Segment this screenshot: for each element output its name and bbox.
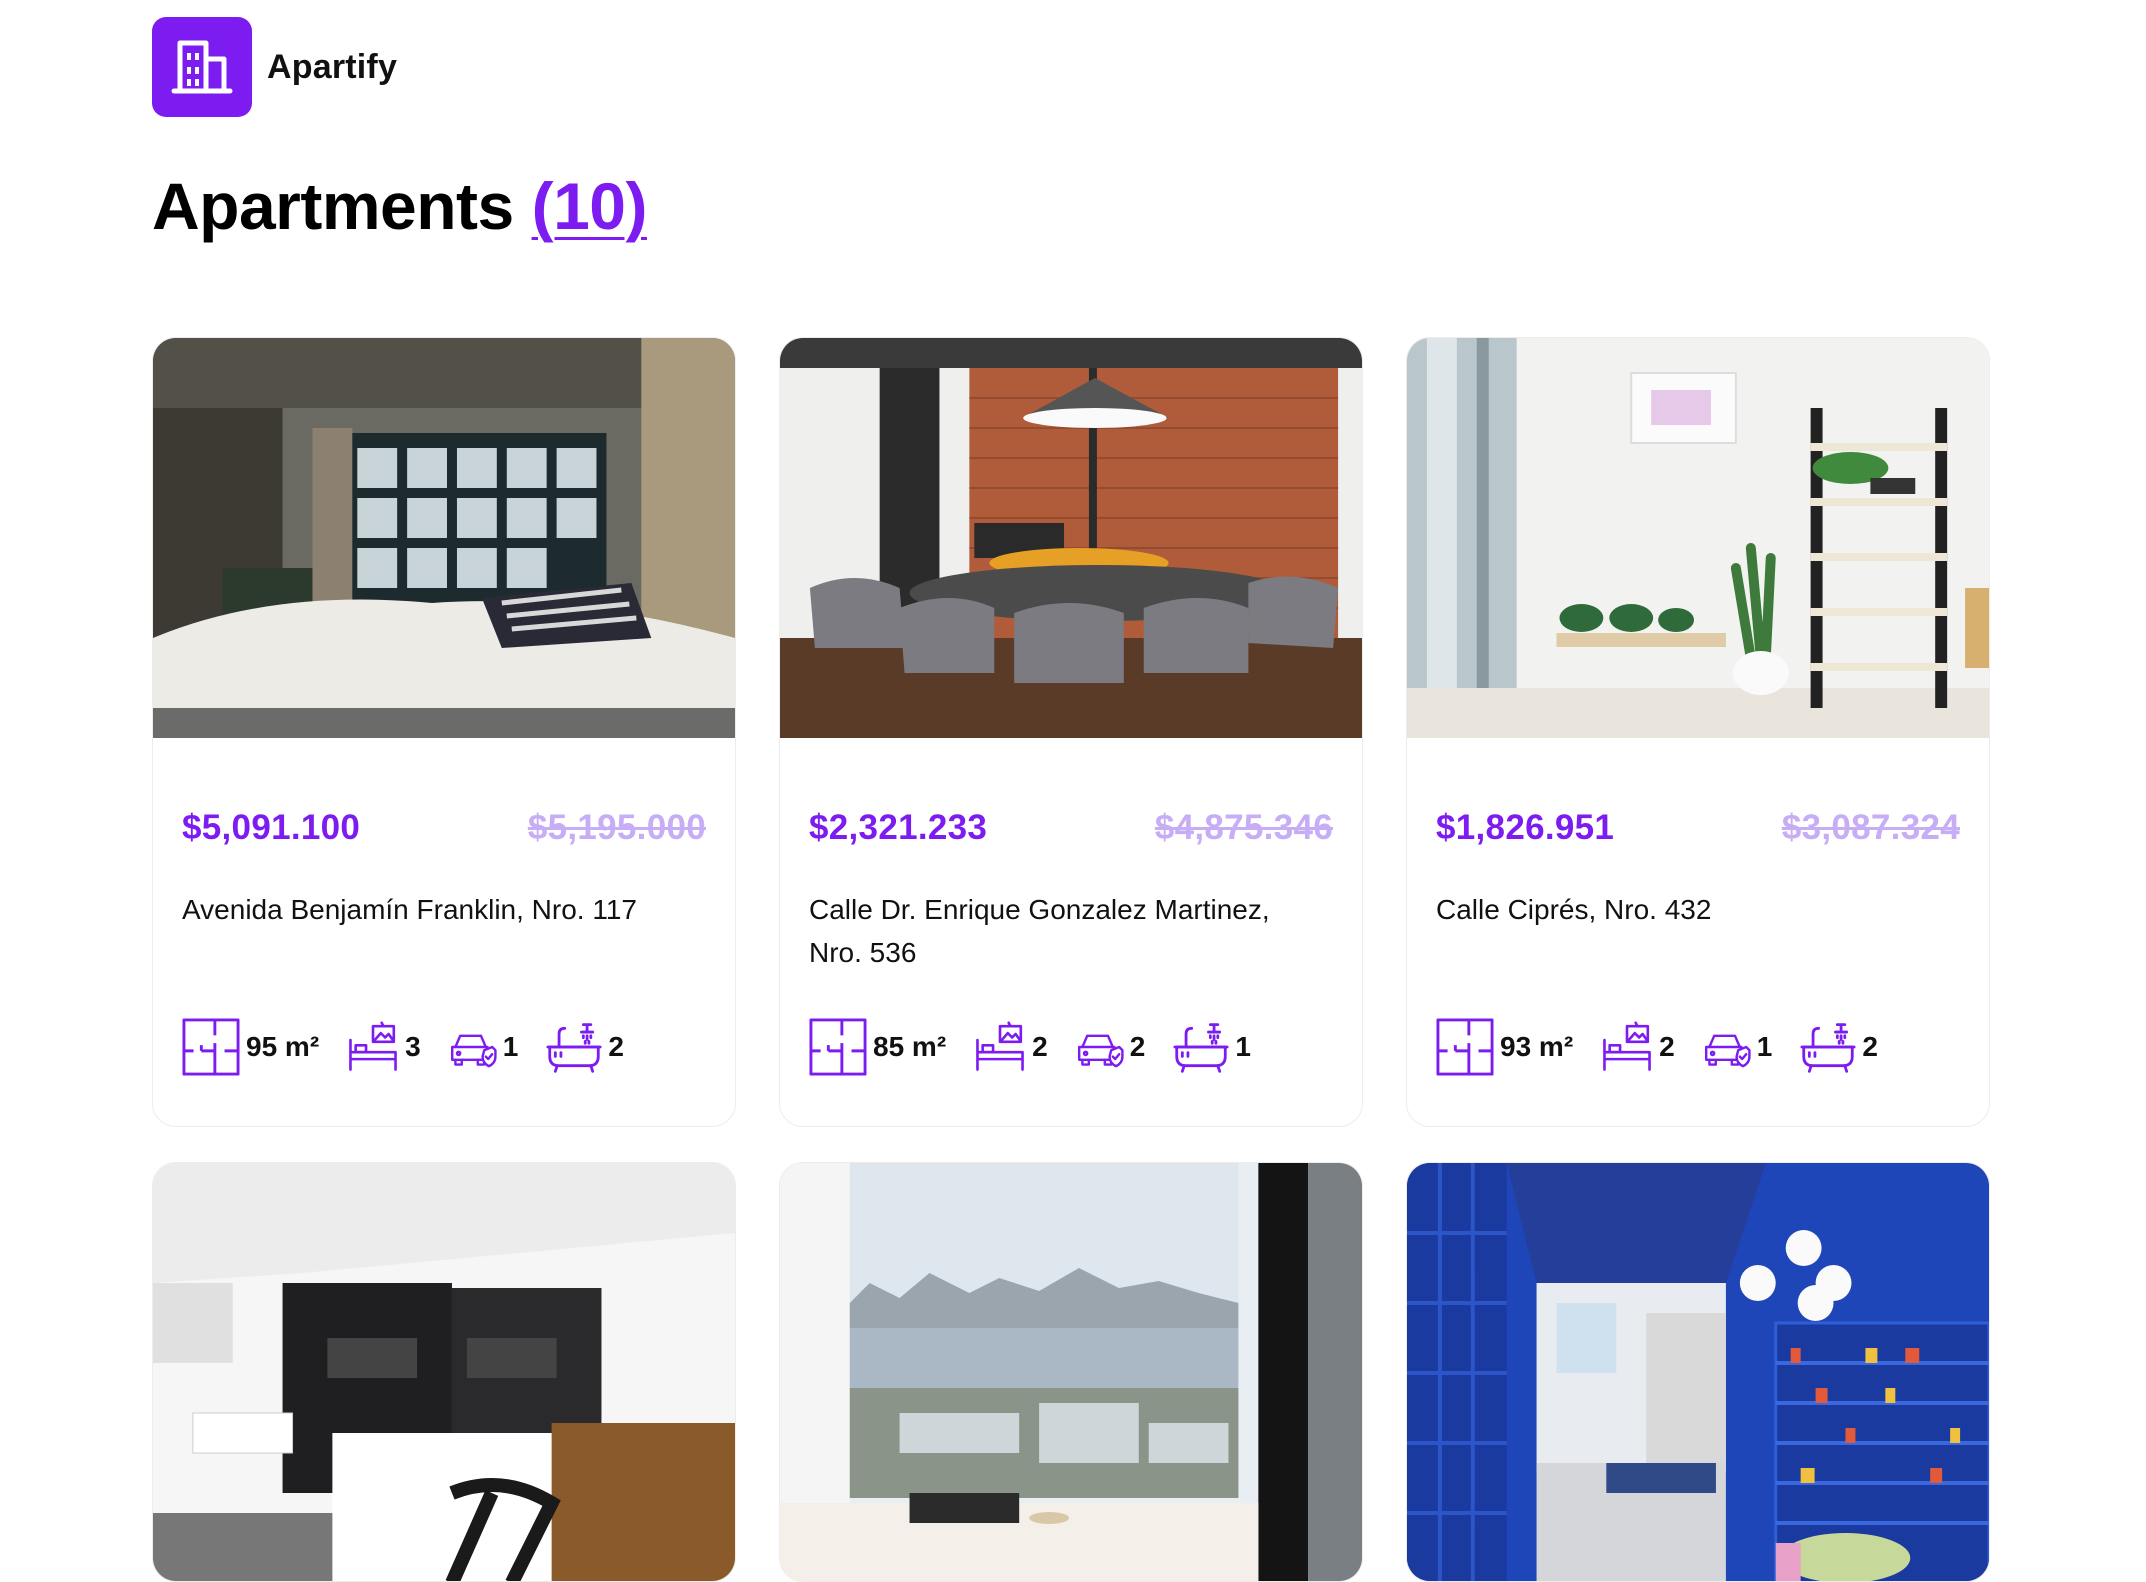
price-row: $1,826.951 $3,087.324 <box>1436 808 1960 848</box>
apartment-card[interactable] <box>1406 1162 1990 1582</box>
parking-value: 1 <box>502 1031 519 1062</box>
bathrooms-feature: 2 <box>1800 1019 1878 1075</box>
bathrooms-value: 2 <box>608 1031 624 1062</box>
bedrooms-feature: 2 <box>1601 1021 1675 1073</box>
old-price: $3,087.324 <box>1781 808 1960 847</box>
bed-icon <box>1601 1021 1653 1073</box>
bathtub-icon <box>1173 1019 1229 1075</box>
apartments-count[interactable]: (10) <box>532 169 648 243</box>
page-title-text: Apartments <box>152 169 514 243</box>
parking-feature: 1 <box>449 1023 519 1071</box>
apartment-photo[interactable] <box>1407 1163 1989 1581</box>
price: $5,091.100 <box>182 808 361 847</box>
apartment-photo[interactable] <box>780 338 1362 738</box>
apartment-card[interactable]: $1,826.951 $3,087.324 Calle Ciprés, Nro.… <box>1406 337 1990 1127</box>
area-feature: 95 m² <box>182 1018 319 1076</box>
apartment-photo[interactable] <box>153 1163 735 1581</box>
floor-plan-icon <box>182 1018 240 1076</box>
bathrooms-value: 2 <box>1862 1031 1878 1062</box>
apartment-card[interactable]: $2,321.233 $4,875.346 Calle Dr. Enrique … <box>779 337 1363 1127</box>
apartment-card[interactable] <box>779 1162 1363 1582</box>
price-row: $5,091.100 $5,195.000 <box>182 808 706 848</box>
floor-plan-icon <box>1436 1018 1494 1076</box>
apartment-card[interactable] <box>152 1162 736 1582</box>
bedrooms-feature: 2 <box>974 1021 1048 1073</box>
parking-value: 2 <box>1129 1031 1146 1062</box>
area-value: 93 m² <box>1500 1031 1574 1062</box>
area-feature: 93 m² <box>1436 1018 1573 1076</box>
car-icon <box>1703 1023 1751 1071</box>
old-price: $5,195.000 <box>527 808 706 847</box>
building-icon[interactable] <box>152 17 252 117</box>
apartment-photo[interactable] <box>780 1163 1362 1581</box>
bathrooms-feature: 2 <box>546 1019 624 1075</box>
bathrooms-value: 1 <box>1235 1031 1251 1062</box>
features-row: 85 m² 2 2 1 <box>809 1018 1279 1076</box>
site-header: Apartify <box>152 17 397 117</box>
old-price: $4,875.346 <box>1154 808 1333 847</box>
bedrooms-value: 3 <box>405 1031 421 1062</box>
bedrooms-value: 2 <box>1032 1031 1048 1062</box>
price-row: $2,321.233 $4,875.346 <box>809 808 1333 848</box>
parking-feature: 1 <box>1703 1023 1773 1071</box>
bathtub-icon <box>1800 1019 1856 1075</box>
price: $2,321.233 <box>809 808 988 847</box>
apartment-photo[interactable] <box>1407 338 1989 738</box>
car-icon <box>1076 1023 1124 1071</box>
area-value: 85 m² <box>873 1031 947 1062</box>
parking-feature: 2 <box>1076 1023 1146 1071</box>
bathtub-icon <box>546 1019 602 1075</box>
address: Avenida Benjamín Franklin, Nro. 117 <box>182 894 637 925</box>
address: Calle Dr. Enrique Gonzalez Martinez, Nro… <box>809 894 1270 968</box>
area-value: 95 m² <box>246 1031 320 1062</box>
bedrooms-value: 2 <box>1659 1031 1675 1062</box>
apartment-card[interactable]: $5,091.100 $5,195.000 Avenida Benjamín F… <box>152 337 736 1127</box>
bedrooms-feature: 3 <box>347 1021 421 1073</box>
area-feature: 85 m² <box>809 1018 946 1076</box>
parking-value: 1 <box>1756 1031 1773 1062</box>
brand-name[interactable]: Apartify <box>267 48 397 87</box>
features-row: 95 m² 3 1 2 <box>182 1018 652 1076</box>
floor-plan-icon <box>809 1018 867 1076</box>
address: Calle Ciprés, Nro. 432 <box>1436 894 1712 925</box>
bed-icon <box>347 1021 399 1073</box>
apartment-photo[interactable] <box>153 338 735 738</box>
page-title: Apartments (10) <box>152 168 647 244</box>
car-icon <box>449 1023 497 1071</box>
bathrooms-feature: 1 <box>1173 1019 1251 1075</box>
features-row: 93 m² 2 1 2 <box>1436 1018 1906 1076</box>
bed-icon <box>974 1021 1026 1073</box>
price: $1,826.951 <box>1436 808 1615 847</box>
